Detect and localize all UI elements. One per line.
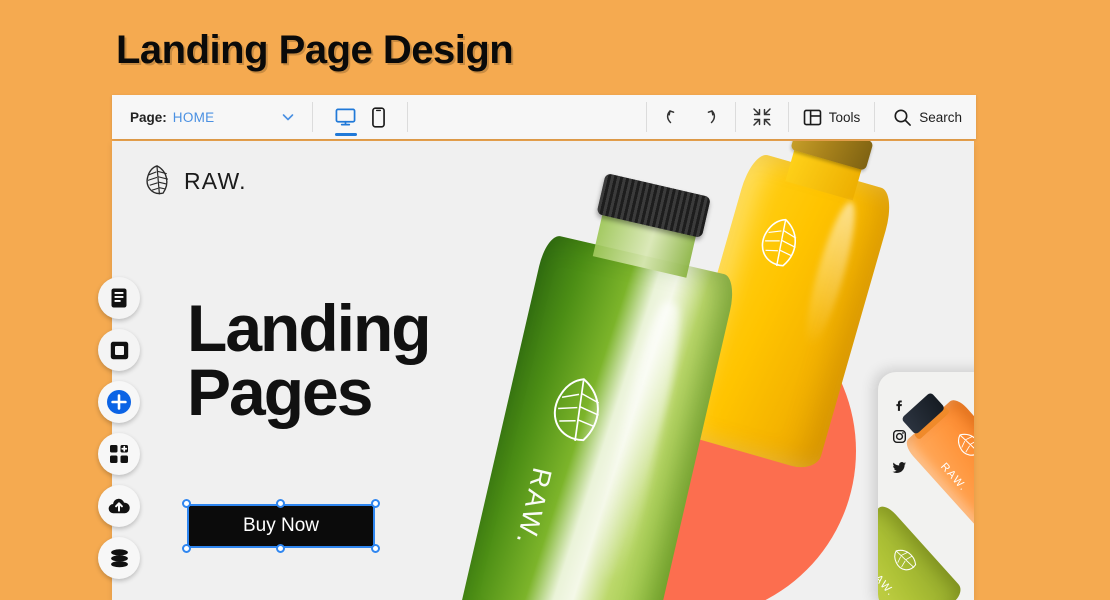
site-logo: RAW.	[142, 164, 247, 198]
bottle-cap	[790, 141, 874, 171]
page-select-dropdown[interactable]: Page: HOME	[112, 95, 312, 139]
instagram-icon[interactable]	[892, 429, 907, 444]
widgets-add-icon	[108, 443, 130, 465]
buy-now-button[interactable]: Buy Now	[187, 504, 375, 548]
redo-arrow-icon[interactable]	[697, 108, 717, 126]
bottle-raw-label: RAW.	[510, 464, 558, 550]
device-toggle-group	[313, 95, 407, 139]
tools-button[interactable]: Tools	[789, 95, 875, 139]
sidebar-item-pages[interactable]	[98, 277, 140, 319]
sidebar-item-background[interactable]	[98, 329, 140, 371]
resize-handle-bottom-center[interactable]	[276, 544, 285, 553]
collapse-section	[736, 95, 788, 139]
resize-handle-bottom-right[interactable]	[371, 544, 380, 553]
sidebar-item-add[interactable]	[98, 381, 140, 423]
sidebar-item-widgets[interactable]	[98, 433, 140, 475]
page-select-value: HOME	[172, 109, 215, 125]
social-links	[892, 398, 907, 475]
tools-button-label: Tools	[828, 109, 861, 125]
plus-circle-icon	[106, 389, 132, 415]
history-group	[647, 95, 735, 139]
cta-selection-frame[interactable]: Buy Now	[182, 499, 380, 553]
mobile-preview-card[interactable]: RAW. RAW.	[878, 372, 974, 600]
facebook-icon[interactable]	[892, 398, 907, 413]
desktop-view-button[interactable]	[334, 95, 357, 139]
resize-handle-top-center[interactable]	[276, 499, 285, 508]
editor-toolbar: Page: HOME Tools Search	[112, 95, 976, 139]
sidebar-item-data[interactable]	[98, 537, 140, 579]
green-juice-bottle-small: RAW.	[878, 494, 966, 600]
headline-line-1: Landing	[187, 291, 432, 365]
green-juice-bottle: RAW.	[456, 165, 754, 600]
active-device-indicator	[334, 133, 357, 136]
headline-line-2: Pages	[187, 355, 373, 430]
page-select-label: Page:	[130, 109, 167, 125]
yellow-juice-bottle	[671, 141, 907, 473]
sidebar-item-upload[interactable]	[98, 485, 140, 527]
panel-layout-icon	[803, 108, 822, 127]
square-frame-icon	[109, 340, 130, 361]
undo-arrow-icon[interactable]	[665, 108, 685, 126]
chevron-down-icon	[280, 109, 296, 125]
mobile-phone-icon	[372, 106, 385, 128]
page-selector-section: Page: HOME	[112, 95, 312, 139]
search-button[interactable]: Search	[875, 95, 976, 139]
design-canvas[interactable]: RAW. RAW. Landing Pages Buy Now RAW. RAW…	[112, 141, 974, 600]
site-logo-text: RAW.	[184, 167, 247, 194]
leaf-icon	[749, 210, 809, 277]
page-title: Landing Page Design	[116, 28, 514, 72]
resize-handle-top-right[interactable]	[371, 499, 380, 508]
resize-handle-top-left[interactable]	[182, 499, 191, 508]
mobile-view-button[interactable]	[372, 95, 385, 139]
collapse-arrows-icon[interactable]	[736, 107, 788, 127]
bottle-cap	[596, 172, 712, 239]
hero-headline: Landing Pages	[187, 291, 432, 430]
leaf-icon	[538, 368, 615, 454]
cloud-upload-icon	[107, 496, 131, 516]
resize-handle-bottom-left[interactable]	[182, 544, 191, 553]
desktop-monitor-icon	[335, 107, 356, 127]
search-icon	[893, 108, 912, 127]
twitter-icon[interactable]	[892, 460, 907, 475]
document-pages-icon	[109, 287, 129, 309]
leaf-icon	[142, 164, 172, 198]
database-stack-icon	[108, 548, 131, 569]
search-button-label: Search	[919, 109, 962, 125]
coral-circle-shape	[520, 283, 856, 600]
